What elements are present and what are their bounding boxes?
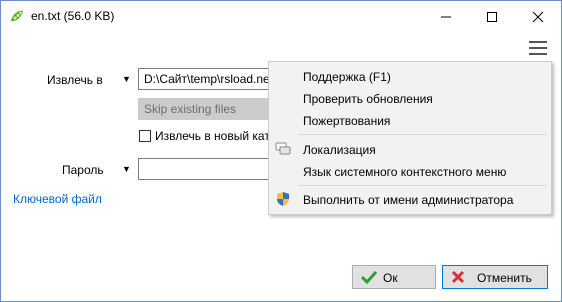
title-bar: en.txt (56.0 KB) <box>1 1 561 31</box>
options-dropdown-menu: Поддержка (F1) Проверить обновления Поже… <box>268 61 552 215</box>
overwrite-mode-select[interactable]: Skip existing files <box>138 98 274 120</box>
x-icon <box>451 270 465 284</box>
new-folder-label: Извлечь в новый кат <box>155 129 268 143</box>
cancel-button[interactable]: Отменить <box>442 265 548 289</box>
menu-item-localization[interactable]: Локализация <box>303 143 376 157</box>
menu-item-run-as-admin[interactable]: Выполнить от имени администратора <box>303 193 513 207</box>
menu-separator <box>299 185 547 186</box>
cancel-button-label: Отменить <box>477 271 532 285</box>
hamburger-menu-icon[interactable] <box>529 41 547 55</box>
menu-item-context-menu-language[interactable]: Язык системного контекстного меню <box>303 165 506 179</box>
password-history-arrow[interactable]: ▼ <box>122 164 131 174</box>
window-title: en.txt (56.0 KB) <box>31 9 115 23</box>
pea-pod-icon <box>11 10 23 22</box>
menu-item-support[interactable]: Поддержка (F1) <box>303 70 391 84</box>
menu-separator <box>299 134 547 135</box>
minimize-icon <box>441 16 451 18</box>
minimize-button[interactable] <box>423 1 469 31</box>
uac-shield-icon <box>277 192 289 206</box>
extract-history-arrow[interactable]: ▼ <box>122 74 131 84</box>
new-folder-checkbox[interactable] <box>139 130 151 142</box>
password-label: Пароль <box>62 163 104 177</box>
check-icon <box>361 270 377 284</box>
menu-item-check-updates[interactable]: Проверить обновления <box>303 92 433 106</box>
ok-button[interactable]: Ок <box>352 265 436 289</box>
menu-item-donate[interactable]: Пожертвования <box>303 114 390 128</box>
password-input[interactable] <box>138 158 274 180</box>
maximize-button[interactable] <box>469 1 515 31</box>
close-button[interactable] <box>515 1 561 31</box>
maximize-icon <box>487 12 497 22</box>
extract-to-label: Извлечь в <box>47 73 103 87</box>
extract-dialog: en.txt (56.0 KB) Извлечь в ▼ D:\Сайт\tem… <box>0 0 562 302</box>
speech-bubbles-icon <box>275 142 291 155</box>
close-icon <box>532 11 544 23</box>
keyfile-link[interactable]: Ключевой файл <box>13 192 102 206</box>
ok-button-label: Ок <box>383 271 398 285</box>
extract-path-input[interactable]: D:\Сайт\temp\rsload.ne <box>138 68 274 90</box>
